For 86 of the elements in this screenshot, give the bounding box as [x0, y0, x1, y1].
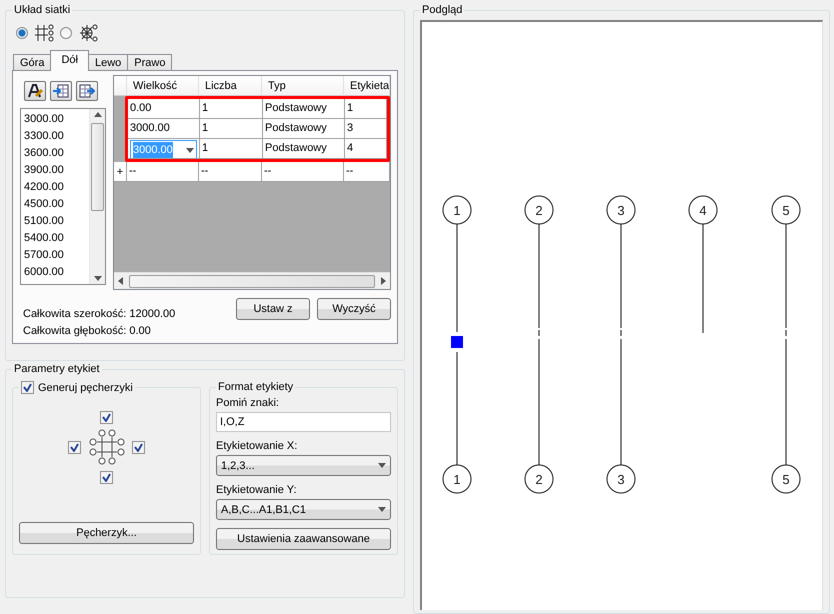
x-labeling-dropdown[interactable]: 1,2,3... — [216, 455, 391, 476]
bubble-circle — [524, 196, 554, 224]
table-cell: -- — [344, 162, 390, 182]
radio-button[interactable] — [60, 27, 72, 39]
list-item[interactable]: 5700.00 — [24, 247, 89, 264]
rectangular-grid-icon — [34, 24, 54, 42]
list-item[interactable]: 4500.00 — [24, 196, 89, 213]
tab[interactable]: Prawo — [127, 54, 172, 71]
scroll-right-icon[interactable] — [381, 277, 386, 285]
action-button[interactable]: Ustaw z — [236, 298, 310, 320]
horizontal-scrollbar[interactable] — [114, 272, 390, 289]
list-item[interactable]: 5100.00 — [24, 213, 89, 230]
column-header[interactable]: Wielkość — [127, 76, 199, 96]
bubble-button[interactable]: Pęcherzyk... — [19, 522, 194, 544]
group-title: Podgląd — [421, 4, 464, 16]
bubble-label: 4 — [699, 203, 707, 218]
bubble-circle — [606, 464, 636, 494]
field-label: Etykietowanie X: — [216, 440, 298, 452]
bubble-label: 1 — [453, 472, 461, 487]
bubble-circle — [442, 464, 472, 494]
checkbox[interactable] — [100, 410, 113, 424]
tab[interactable]: Lewo — [88, 54, 128, 71]
group-title: Układ siatki — [13, 4, 72, 16]
append-row-button[interactable] — [76, 81, 98, 101]
grip-square[interactable] — [451, 336, 463, 348]
bubble-circle — [606, 196, 636, 224]
table-cell: -- — [127, 162, 199, 182]
checkbox-label: Generuj pęcherzyki — [38, 382, 133, 394]
list-item[interactable]: 3000.00 — [24, 111, 89, 128]
bubble-circle — [772, 196, 800, 224]
bubble-label: 2 — [535, 472, 543, 487]
scroll-left-icon[interactable] — [118, 277, 123, 285]
bubble-label: 1 — [453, 203, 461, 218]
vertical-scrollbar[interactable] — [89, 109, 105, 284]
bubble-circle — [688, 196, 718, 224]
bubble-label: 5 — [782, 203, 790, 218]
column-header[interactable]: Typ — [262, 76, 344, 96]
list-item[interactable]: 4200.00 — [24, 179, 89, 196]
cell-value: 3000.00 — [133, 142, 173, 158]
tab[interactable]: Góra — [13, 54, 52, 71]
scroll-up-icon[interactable] — [94, 112, 102, 117]
group-title: Format etykiety — [217, 381, 294, 393]
total-depth-text: Całkowita głębokość: 0.00 — [23, 325, 152, 337]
insert-row-button[interactable] — [50, 81, 72, 101]
checkbox[interactable] — [100, 470, 113, 484]
bubble-circle — [442, 196, 472, 224]
bubble-label: 5 — [782, 472, 790, 487]
bubble-label: 2 — [535, 203, 543, 218]
action-button[interactable]: Wyczyść — [317, 298, 391, 320]
spacing-list[interactable]: 3000.00 3300.00 3600.00 3900.00 4200.00 4500.00 5100.00 5400.00 5700.00 6000.00 — [20, 108, 106, 285]
checkbox[interactable] — [132, 440, 145, 454]
tab[interactable]: Dół — [50, 50, 89, 71]
column-header[interactable]: Liczba — [199, 76, 262, 96]
checkbox[interactable] — [21, 381, 34, 394]
caret-icon[interactable] — [186, 148, 194, 152]
y-labeling-dropdown[interactable]: A,B,C...A1,B1,C1 — [216, 499, 391, 520]
caret-icon[interactable] — [378, 507, 386, 512]
skip-characters-field[interactable]: I,O,Z — [216, 412, 391, 432]
table-cell: 4 — [345, 139, 387, 159]
list-item[interactable]: 3300.00 — [24, 128, 89, 145]
table-cell: -- — [199, 162, 262, 182]
bubble-label: 3 — [617, 472, 625, 487]
total-width-text: Całkowita szerokość: 12000.00 — [23, 308, 176, 320]
radial-grid-icon — [78, 24, 98, 42]
list-item[interactable]: 6000.00 — [24, 264, 89, 281]
field-label: Pomiń znaki: — [216, 397, 280, 409]
edit-label-button[interactable] — [24, 81, 46, 101]
advanced-settings-button[interactable]: Ustawienia zaawansowane — [216, 528, 391, 550]
column-header[interactable]: Etykieta — [344, 76, 390, 96]
caret-icon[interactable] — [378, 463, 386, 468]
table-cell: 1 — [200, 139, 263, 159]
scroll-down-icon[interactable] — [94, 276, 102, 281]
list-item[interactable]: 3900.00 — [24, 162, 89, 179]
table-cell: -- — [262, 162, 344, 182]
bubble-label: 3 — [617, 203, 625, 218]
bubble-circle — [772, 464, 800, 494]
bubble-grid-icon — [88, 429, 124, 465]
list-item[interactable]: 5400.00 — [24, 230, 89, 247]
group-title: Parametry etykiet — [13, 363, 101, 375]
checkbox[interactable] — [68, 440, 81, 454]
list-item[interactable]: 3600.00 — [24, 145, 89, 162]
bubble-circle — [524, 464, 554, 494]
radio-button[interactable] — [16, 27, 28, 39]
grid-corner-cell — [114, 76, 127, 96]
field-label: Etykietowanie Y: — [216, 484, 298, 496]
table-cell: Podstawowy — [263, 139, 345, 159]
